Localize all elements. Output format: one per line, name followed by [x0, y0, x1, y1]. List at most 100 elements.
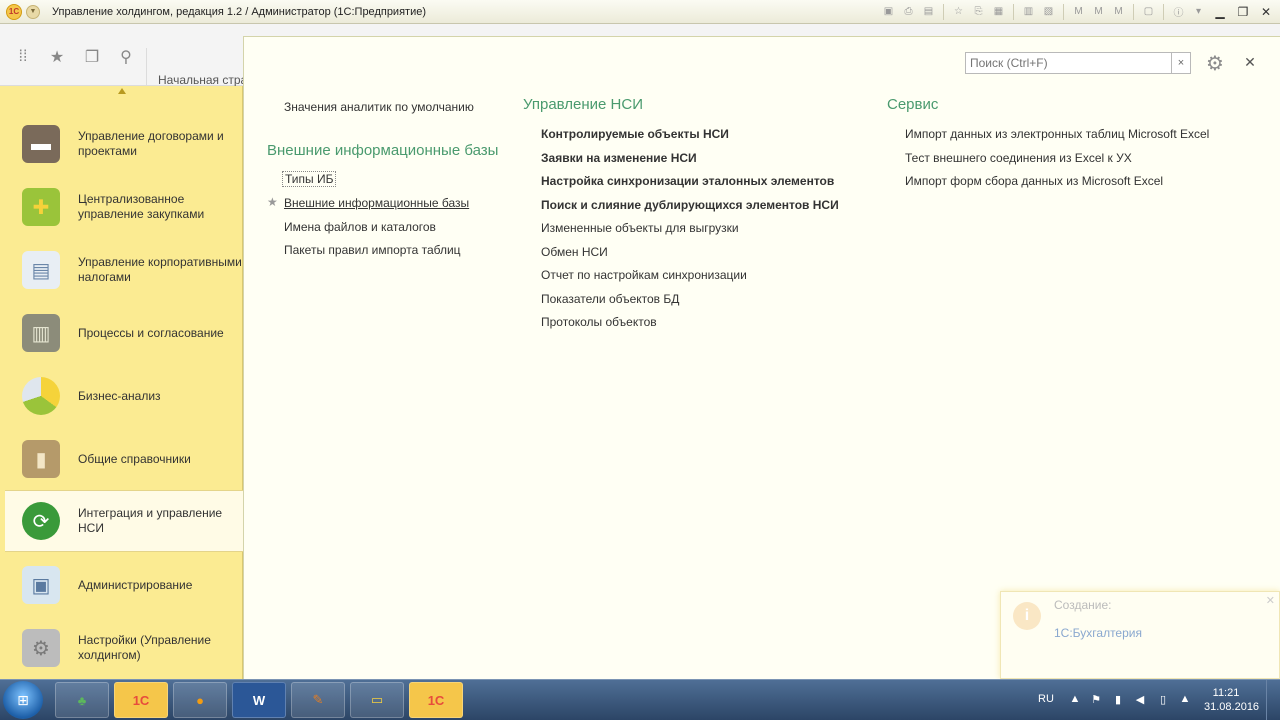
- link-icon[interactable]: ⎘: [970, 3, 987, 20]
- print-icon[interactable]: ⎙: [900, 3, 917, 20]
- sidebar-item-contracts[interactable]: ▬ Управление договорами и проектами: [5, 113, 243, 175]
- taskbar-explorer[interactable]: ▭: [350, 682, 404, 718]
- sidebar-item-purchasing[interactable]: ✚ Централизованное управление закупками: [5, 176, 243, 238]
- separator: [943, 3, 944, 20]
- process-book-icon: ▥: [22, 314, 60, 352]
- history-pages-icon[interactable]: ❐: [83, 48, 101, 66]
- sidebar-item-label: Настройки (Управление холдингом): [78, 633, 211, 662]
- save-icon[interactable]: ▣: [880, 3, 897, 20]
- separator: [1133, 3, 1134, 20]
- link-changed-objects[interactable]: Измененные объекты для выгрузки: [541, 221, 739, 235]
- link-nsi-exchange[interactable]: Обмен НСИ: [541, 245, 608, 259]
- taskbar-firefox[interactable]: ●: [173, 682, 227, 718]
- favorites-icon[interactable]: ☆: [950, 3, 967, 20]
- menu-dropdown-icon[interactable]: ▼: [26, 4, 40, 19]
- memory-m-icon[interactable]: M: [1070, 3, 1087, 20]
- preview-icon[interactable]: ▤: [920, 3, 937, 20]
- sidebar-item-analysis[interactable]: Бизнес-анализ: [5, 365, 243, 427]
- tray-expand-icon[interactable]: ▲: [1068, 692, 1082, 706]
- link-change-requests[interactable]: Заявки на изменение НСИ: [541, 151, 697, 165]
- link-ib-types[interactable]: Типы ИБ: [282, 171, 337, 187]
- clear-search-button[interactable]: ×: [1172, 52, 1191, 74]
- sidebar-item-processes[interactable]: ▥ Процессы и согласование: [5, 302, 243, 364]
- link-file-names[interactable]: Имена файлов и каталогов: [284, 220, 436, 234]
- sidebar-item-label: Процессы и согласование: [78, 325, 224, 340]
- documents-icon: ▤: [22, 251, 60, 289]
- calendar-icon[interactable]: ▥: [1020, 3, 1037, 20]
- taskbar-1c-app[interactable]: 1С: [114, 682, 168, 718]
- language-indicator[interactable]: RU: [1038, 693, 1054, 705]
- clock-time: 11:21: [1212, 687, 1240, 699]
- info-icon[interactable]: ⓘ: [1170, 3, 1187, 20]
- tree-app-icon: ♣: [77, 692, 87, 708]
- notification-popup[interactable]: i Создание: 1С:Бухгалтерия ✕: [1000, 591, 1280, 679]
- link-external-bases[interactable]: Внешние информационные базы: [284, 196, 469, 210]
- paint-icon: ✎: [312, 692, 324, 707]
- link-import-rules[interactable]: Пакеты правил импорта таблиц: [284, 243, 461, 257]
- link-object-logs[interactable]: Протоколы объектов: [541, 315, 657, 329]
- network-icon[interactable]: ▮: [1111, 692, 1125, 706]
- clock-date: 31.08.2016: [1204, 701, 1260, 713]
- 1c-app-icon: 1С: [132, 692, 150, 708]
- apps-grid-icon[interactable]: ⁞⁞: [14, 48, 32, 66]
- computer-icon: ▣: [22, 566, 60, 604]
- link-db-indicators[interactable]: Показатели объектов БД: [541, 292, 679, 306]
- minimize-button[interactable]: ▁: [1210, 3, 1230, 20]
- link-sync-report[interactable]: Отчет по настройкам синхронизации: [541, 268, 747, 282]
- pie-chart-icon: [22, 377, 60, 415]
- link-duplicates-merge[interactable]: Поиск и слияние дублирующихся элементов …: [541, 198, 839, 212]
- show-desktop-button[interactable]: [1266, 680, 1280, 720]
- sidebar-item-label: Управление договорами и проектами: [78, 129, 224, 158]
- sidebar-item-label: Общие справочники: [78, 451, 191, 466]
- separator: [1063, 3, 1064, 20]
- history-icon[interactable]: ▦: [990, 3, 1007, 20]
- favorite-star-icon[interactable]: ★: [267, 195, 278, 209]
- 1c-app-icon: 1С: [427, 692, 445, 708]
- title-toolbar: ▣ ⎙ ▤ ☆ ⎘ ▦ ▥ ▧ M M M ▢ ⓘ ▾ ▁ ❐ ✕: [880, 3, 1276, 20]
- sidebar-item-administration[interactable]: ▣ Администрирование: [5, 554, 243, 616]
- system-clock[interactable]: 11:21 31.08.2016: [1204, 686, 1260, 714]
- info-dropdown-icon[interactable]: ▾: [1190, 3, 1207, 20]
- taskbar-tree-app[interactable]: ♣: [55, 682, 109, 718]
- sidebar-item-integration[interactable]: ⟳ Интеграция и управление НСИ: [5, 490, 243, 552]
- calculator-icon[interactable]: ▧: [1040, 3, 1057, 20]
- memory-mminus-icon[interactable]: M: [1110, 3, 1127, 20]
- battery-icon[interactable]: ▯: [1156, 692, 1170, 706]
- link-controlled-objects[interactable]: Контролируемые объекты НСИ: [541, 127, 729, 141]
- start-button[interactable]: ⊞: [3, 681, 43, 719]
- sidebar-item-references[interactable]: ▮ Общие справочники: [5, 428, 243, 490]
- star-icon[interactable]: ★: [48, 48, 66, 66]
- link-sync-settings[interactable]: Настройка синхронизации эталонных элемен…: [541, 174, 834, 188]
- search-input[interactable]: [965, 52, 1172, 74]
- link-excel-connection-test[interactable]: Тест внешнего соединения из Excel к УХ: [905, 151, 1132, 165]
- section-title-nsi: Управление НСИ: [523, 96, 643, 113]
- link-forms-import[interactable]: Импорт форм сбора данных из Microsoft Ex…: [905, 174, 1163, 188]
- scroll-up-arrow-icon[interactable]: [118, 88, 126, 94]
- link-default-analytics[interactable]: Значения аналитик по умолчанию: [284, 100, 474, 114]
- window-title: Управление холдингом, редакция 1.2 / Адм…: [52, 5, 426, 18]
- sidebar-item-taxes[interactable]: ▤ Управление корпоративными налогами: [5, 239, 243, 301]
- memory-mplus-icon[interactable]: M: [1090, 3, 1107, 20]
- window-title-bar: 1С ▼ Управление холдингом, редакция 1.2 …: [0, 0, 1280, 24]
- taskbar-1c-app-2[interactable]: 1С: [409, 682, 463, 718]
- notification-link[interactable]: 1С:Бухгалтерия: [1054, 626, 1142, 640]
- search-icon[interactable]: ⚲: [117, 48, 135, 66]
- word-icon: W: [252, 692, 266, 708]
- sidebar-item-settings[interactable]: ⚙ Настройки (Управление холдингом): [5, 617, 243, 679]
- panels-icon[interactable]: ▢: [1140, 3, 1157, 20]
- taskbar-word[interactable]: W: [232, 682, 286, 718]
- restore-button[interactable]: ❐: [1233, 3, 1253, 20]
- 1c-logo-icon[interactable]: 1С: [6, 3, 22, 20]
- close-panel-button[interactable]: ✕: [1242, 54, 1258, 70]
- flag-icon[interactable]: ⚑: [1089, 692, 1103, 706]
- gear-icon[interactable]: ⚙: [1203, 51, 1227, 75]
- briefcase-icon: ▬: [22, 125, 60, 163]
- link-excel-import[interactable]: Импорт данных из электронных таблиц Micr…: [905, 127, 1209, 141]
- close-window-button[interactable]: ✕: [1256, 3, 1276, 20]
- separator: [1013, 3, 1014, 20]
- close-notification-button[interactable]: ✕: [1266, 594, 1275, 607]
- volume-icon[interactable]: ◀: [1133, 692, 1147, 706]
- sidebar-item-label: Администрирование: [78, 577, 193, 592]
- taskbar-paint[interactable]: ✎: [291, 682, 345, 718]
- drive-icon[interactable]: ▲: [1178, 692, 1192, 706]
